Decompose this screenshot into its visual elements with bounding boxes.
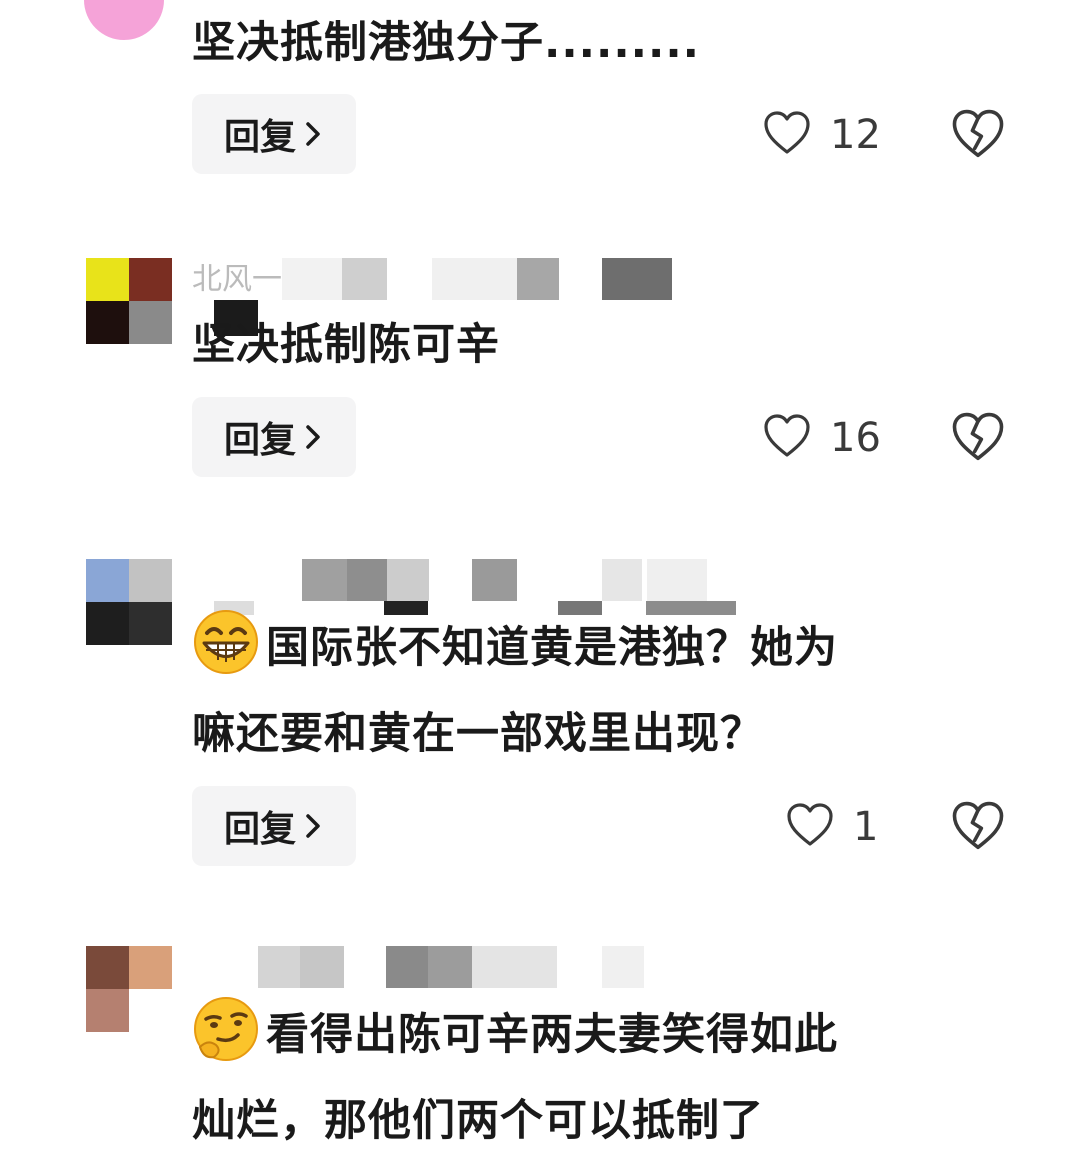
avatar[interactable] xyxy=(86,258,172,344)
like-button[interactable]: 1 xyxy=(785,800,878,854)
comment-text: 坚决抵制陈可辛 xyxy=(192,320,500,370)
broken-heart-icon xyxy=(950,109,1006,166)
comment-text: 看得出陈可辛两夫妻笑得如此 xyxy=(266,1010,838,1060)
chevron-right-icon xyxy=(302,422,324,452)
avatar[interactable] xyxy=(86,559,172,645)
avatar[interactable] xyxy=(84,0,164,40)
comment-text-line: 看得出陈可辛两夫妻笑得如此 xyxy=(192,992,838,1078)
comment-text: 嘛还要和黄在一部戏里出现？ xyxy=(192,709,764,759)
reply-label: 回复 xyxy=(223,809,296,850)
reply-button[interactable]: 回复 xyxy=(192,397,356,477)
like-button[interactable]: 16 xyxy=(762,411,881,465)
like-count: 12 xyxy=(830,112,881,158)
broken-heart-icon xyxy=(950,412,1006,469)
comment-text: 灿烂，那他们两个可以抵制了 xyxy=(192,1096,764,1146)
like-button[interactable]: 12 xyxy=(762,108,881,162)
reply-label: 回复 xyxy=(223,420,296,461)
comment-text: 国际张不知道黄是港独？她为 xyxy=(266,623,838,673)
like-count: 16 xyxy=(830,415,881,461)
reply-button[interactable]: 回复 xyxy=(192,786,356,866)
broken-heart-icon xyxy=(950,801,1006,858)
comment-text: 坚决抵制港独分子......... xyxy=(192,18,701,68)
dislike-button[interactable] xyxy=(950,409,1006,465)
chevron-right-icon xyxy=(302,119,324,149)
dislike-button[interactable] xyxy=(950,106,1006,162)
username-mosaic: 北风一 xyxy=(192,258,682,300)
username: 北风一 xyxy=(192,262,282,297)
username-mosaic xyxy=(192,559,782,601)
heart-icon xyxy=(762,108,812,162)
reply-label: 回复 xyxy=(223,117,296,158)
username-mosaic xyxy=(192,946,652,988)
smirking-face-icon xyxy=(192,995,260,1063)
comment-text-line: 国际张不知道黄是港独？她为 xyxy=(192,605,838,691)
chevron-right-icon xyxy=(302,811,324,841)
heart-icon xyxy=(785,800,835,854)
avatar[interactable] xyxy=(86,946,172,1032)
grinning-face-icon xyxy=(192,608,260,676)
dislike-button[interactable] xyxy=(950,798,1006,854)
like-count: 1 xyxy=(853,804,879,850)
heart-icon xyxy=(762,411,812,465)
reply-button[interactable]: 回复 xyxy=(192,94,356,174)
